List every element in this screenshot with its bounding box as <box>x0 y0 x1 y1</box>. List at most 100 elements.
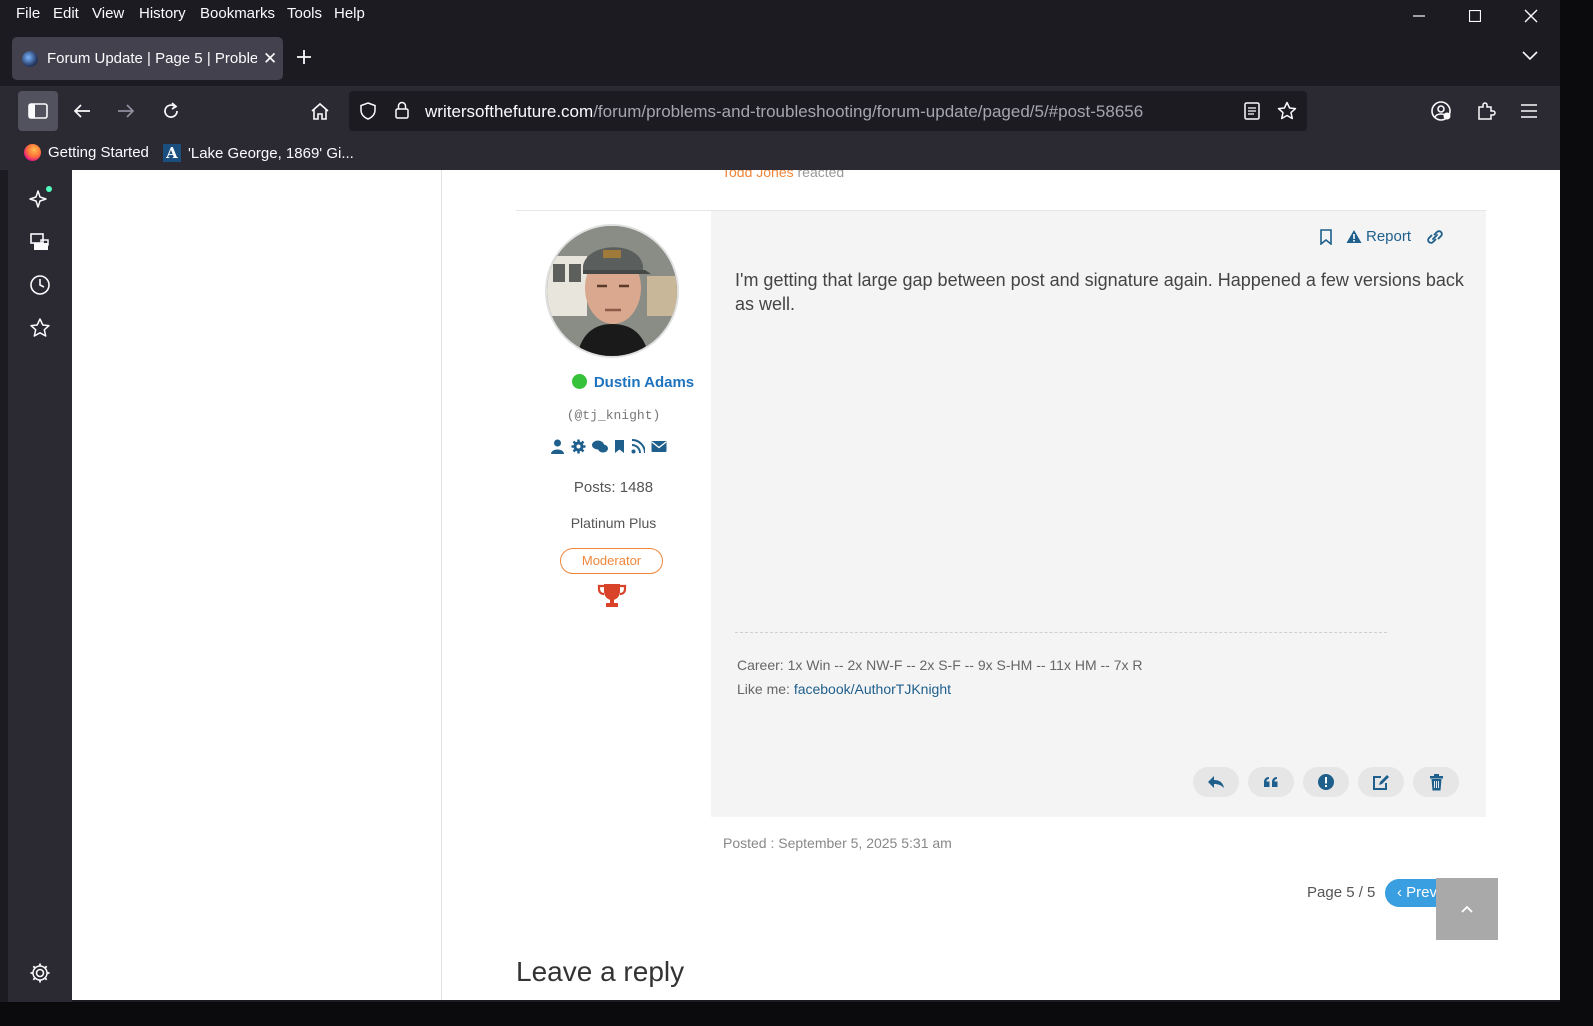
online-status-icon <box>571 374 587 389</box>
warning-triangle-icon <box>1346 230 1362 243</box>
reload-button[interactable] <box>151 91 191 131</box>
reaction-line: Todd Jones reacted <box>722 170 844 180</box>
menu-tools[interactable]: Tools <box>287 5 322 22</box>
menu-history[interactable]: History <box>139 5 186 22</box>
app-menu-button[interactable] <box>1509 91 1549 131</box>
address-bar[interactable]: writersofthefuture.com/forum/problems-an… <box>349 91 1307 131</box>
arrow-right-icon <box>118 104 135 118</box>
activity-comments-icon[interactable] <box>592 439 608 454</box>
url-path: /forum/problems-and-troubleshooting/foru… <box>593 102 1144 121</box>
history-button[interactable] <box>28 273 52 297</box>
report-button[interactable]: Report <box>1346 228 1411 245</box>
forward-button[interactable] <box>106 91 146 131</box>
synced-tabs-button[interactable] <box>28 230 52 254</box>
bookmark-post-icon[interactable] <box>1320 228 1332 245</box>
chevron-up-icon <box>1461 905 1473 913</box>
prev-label: Prev <box>1406 884 1438 901</box>
synced-tabs-icon <box>30 233 49 250</box>
reader-view-icon[interactable] <box>1244 102 1260 120</box>
menu-file[interactable]: File <box>16 5 40 22</box>
tracking-shield-icon[interactable] <box>360 102 376 120</box>
a-site-icon: A <box>163 144 181 162</box>
puzzle-piece-icon <box>1478 102 1496 120</box>
url-text[interactable]: writersofthefuture.com/forum/problems-an… <box>425 102 1143 122</box>
edit-button[interactable] <box>1358 767 1404 797</box>
quote-icon <box>1264 777 1278 787</box>
signature-career: Career: 1x Win -- 2x NW-F -- 2x S-F -- 9… <box>737 657 1143 673</box>
reply-arrow-icon <box>1208 776 1224 788</box>
menu-help[interactable]: Help <box>334 5 365 22</box>
permalink-link-icon[interactable] <box>1425 229 1445 244</box>
signature-like-label: Like me: <box>737 681 794 697</box>
sidebar <box>8 170 72 1002</box>
bookmarks-star-icon <box>30 318 50 337</box>
account-icon <box>1431 101 1451 121</box>
author-name-link[interactable]: Dustin Adams <box>594 374 694 391</box>
tab-close-icon[interactable]: ✕ <box>263 49 277 69</box>
list-all-tabs-button[interactable] <box>1522 48 1538 66</box>
sidebar-toggle-button[interactable] <box>18 91 58 131</box>
history-icon <box>30 275 50 295</box>
subscriptions-bookmark-icon[interactable] <box>614 439 625 454</box>
lock-icon[interactable] <box>395 101 409 119</box>
ai-chatbot-button[interactable] <box>28 186 52 210</box>
bookmark-star-icon[interactable] <box>1277 101 1297 121</box>
exclamation-circle-icon <box>1318 774 1334 790</box>
bookmarks-toolbar: Getting Started A 'Lake George, 1869' Gi… <box>0 136 1560 170</box>
delete-button[interactable] <box>1413 767 1459 797</box>
chevron-left-icon: ‹ <box>1397 884 1407 901</box>
report-post-button[interactable] <box>1303 767 1349 797</box>
posted-date: Posted : September 5, 2025 5:31 am <box>723 835 952 851</box>
maximize-button[interactable] <box>1447 0 1503 32</box>
firefox-icon <box>24 144 41 161</box>
bookmarks-button[interactable] <box>28 316 52 340</box>
new-tab-button[interactable] <box>296 46 312 70</box>
signature-separator <box>735 632 1387 633</box>
arrow-left-icon <box>73 104 90 118</box>
leave-reply-heading: Leave a reply <box>516 956 685 987</box>
rss-feed-icon[interactable] <box>631 439 645 454</box>
back-button[interactable] <box>62 91 102 131</box>
chevron-down-icon <box>1522 51 1538 61</box>
close-window-button[interactable] <box>1503 0 1559 32</box>
message-envelope-icon[interactable] <box>651 439 667 454</box>
site-favicon-icon <box>22 50 38 67</box>
account-button[interactable] <box>1421 91 1461 131</box>
tab-forum-update[interactable]: Forum Update | Page 5 | Problems and Tro… <box>12 37 283 80</box>
author-handle: (@tj_knight) <box>566 408 661 423</box>
column-divider <box>441 170 442 1000</box>
menu-edit[interactable]: Edit <box>53 5 79 22</box>
sidebar-settings-button[interactable] <box>28 961 52 985</box>
extensions-button[interactable] <box>1466 91 1506 131</box>
report-label: Report <box>1366 228 1412 245</box>
author-post-count: Posts: 1488 <box>573 479 654 496</box>
account-gear-icon[interactable] <box>571 439 586 454</box>
reaction-user-link[interactable]: Todd Jones <box>722 170 794 180</box>
ai-chatbot-icon <box>29 186 52 208</box>
avatar[interactable] <box>545 224 679 358</box>
quote-button[interactable] <box>1248 767 1294 797</box>
minimize-button[interactable] <box>1391 0 1447 32</box>
facebook-link[interactable]: facebook/AuthorTJKnight <box>794 681 951 697</box>
home-button[interactable] <box>300 91 340 131</box>
menu-bookmarks[interactable]: Bookmarks <box>200 5 275 22</box>
bookmark-label: Getting Started <box>48 144 149 161</box>
menu-view[interactable]: View <box>92 5 124 22</box>
plus-icon <box>297 50 311 64</box>
scroll-to-top-button[interactable] <box>1436 878 1498 940</box>
reaction-text: reacted <box>797 170 845 180</box>
author-profile-icons <box>550 439 667 454</box>
web-page: Todd Jones reacted Dustin Adams (@tj_kni… <box>72 170 1560 1000</box>
moderator-badge: Moderator <box>560 548 663 574</box>
trophy-icon <box>597 582 627 613</box>
bookmark-label: 'Lake George, 1869' Gi... <box>188 144 354 162</box>
profile-user-icon[interactable] <box>550 439 565 454</box>
trash-icon <box>1429 773 1443 790</box>
author-name-line: Dustin Adams <box>516 374 750 391</box>
reply-button[interactable] <box>1193 767 1239 797</box>
bookmark-getting-started[interactable]: Getting Started <box>24 144 149 161</box>
bookmark-lake-george[interactable]: A 'Lake George, 1869' Gi... <box>163 144 354 162</box>
sidebar-icon <box>28 103 48 119</box>
post-content: I'm getting that large gap between post … <box>735 270 1464 314</box>
maximize-icon <box>1469 10 1481 22</box>
